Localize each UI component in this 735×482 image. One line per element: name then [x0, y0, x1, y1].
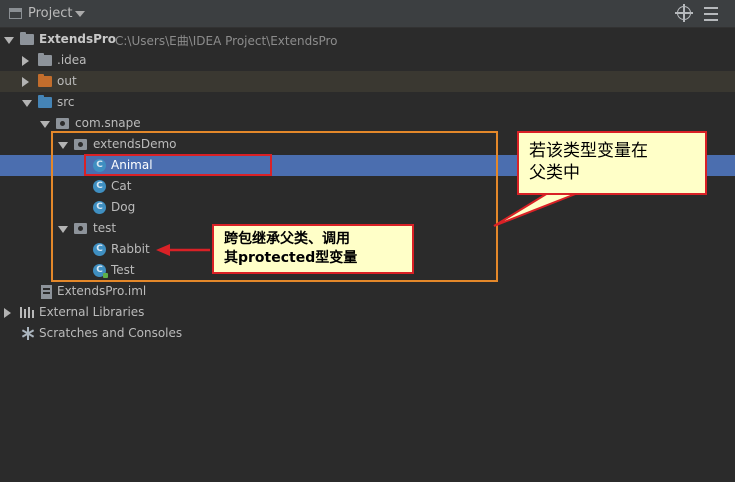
callout-line: 父类中	[529, 163, 580, 183]
callout-superclass-variable: 若该类型变量在 父类中	[517, 131, 707, 195]
callout-line: 若该类型变量在	[529, 141, 648, 161]
callout-line: 跨包继承父类、调用	[224, 231, 350, 247]
project-tool-window: Project ExtendsPro C:\Users\E曲\IDEA Proj…	[0, 0, 735, 482]
callout-line: 其protected型变量	[224, 250, 358, 266]
callout-cross-package: 跨包继承父类、调用 其protected型变量	[212, 224, 414, 274]
callout-pointer	[493, 192, 579, 227]
red-arrow-head	[156, 244, 170, 256]
